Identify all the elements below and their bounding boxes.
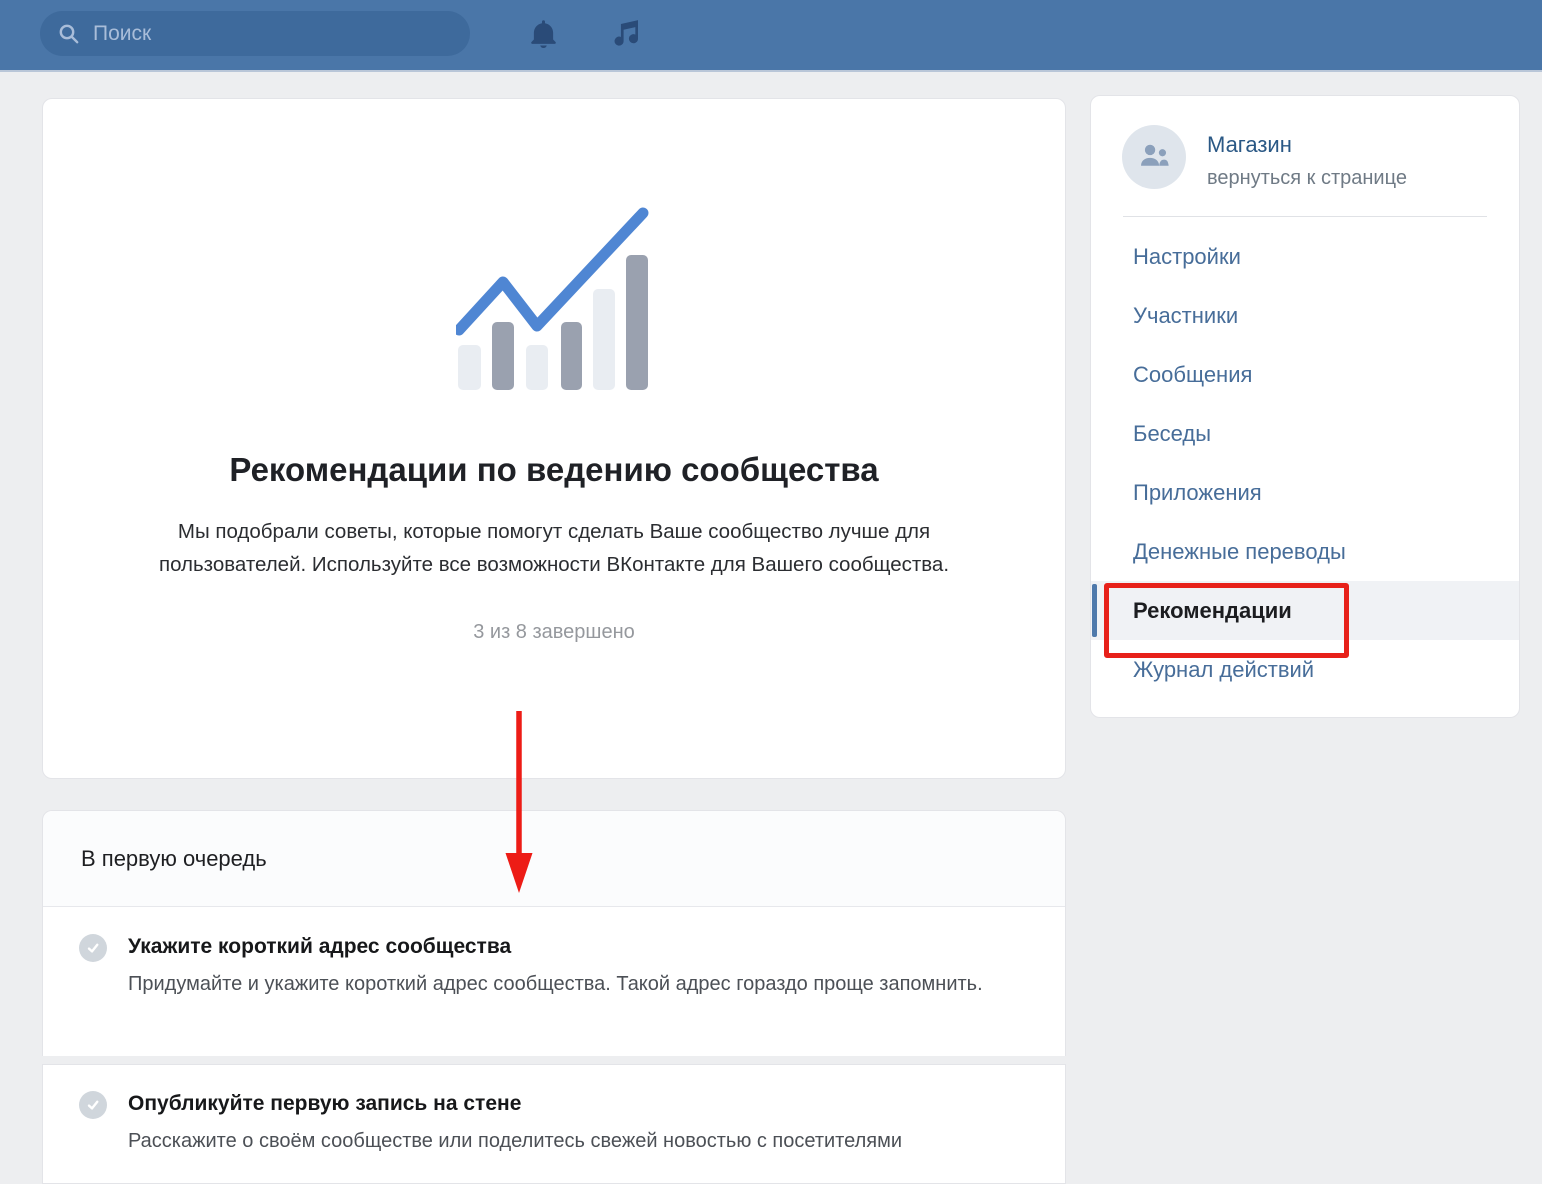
community-profile-text: Магазин вернуться к странице <box>1207 125 1407 190</box>
sidebar-item-messages[interactable]: Сообщения <box>1091 345 1519 404</box>
search-input[interactable] <box>91 21 455 47</box>
sidebar-item-apps[interactable]: Приложения <box>1091 463 1519 522</box>
task-item-first-post-card: Опубликуйте первую запись на стене Расск… <box>42 1064 1066 1184</box>
community-avatar[interactable] <box>1122 125 1186 189</box>
recommendations-card: Рекомендации по ведению сообщества Мы по… <box>42 98 1066 779</box>
task-title: Опубликуйте первую запись на стене <box>128 1092 902 1116</box>
people-icon <box>1136 139 1172 176</box>
top-navigation-bar <box>0 0 1542 70</box>
task-item-short-address[interactable]: Укажите короткий адрес сообщества Придум… <box>43 907 1065 1002</box>
page-description: Мы подобрали советы, которые помогут сде… <box>149 515 959 581</box>
check-circle-icon <box>79 934 107 962</box>
community-sidebar: Магазин вернуться к странице Настройки У… <box>1090 95 1520 718</box>
task-item-body: Укажите короткий адрес сообщества Придум… <box>128 932 983 1002</box>
back-to-page-link[interactable]: вернуться к странице <box>1207 167 1407 190</box>
search-icon <box>58 23 80 45</box>
sidebar-item-recommendations[interactable]: Рекомендации <box>1091 581 1519 640</box>
task-description: Расскажите о своём сообществе или подели… <box>128 1123 902 1159</box>
tasks-section: В первую очередь Укажите короткий адрес … <box>42 810 1066 1056</box>
sidebar-item-money-transfers[interactable]: Денежные переводы <box>1091 522 1519 581</box>
page-title: Рекомендации по ведению сообщества <box>83 451 1025 489</box>
tasks-section-title: В первую очередь <box>81 846 267 872</box>
task-title: Укажите короткий адрес сообщества <box>128 935 983 959</box>
community-profile: Магазин вернуться к странице <box>1091 96 1519 190</box>
check-circle-icon <box>79 1091 107 1119</box>
notifications-button[interactable] <box>520 12 566 58</box>
tasks-section-header: В первую очередь <box>43 811 1065 907</box>
sidebar-item-action-log[interactable]: Журнал действий <box>1091 640 1519 699</box>
task-item-body: Опубликуйте первую запись на стене Расск… <box>128 1089 902 1159</box>
music-button[interactable] <box>603 12 649 58</box>
sidebar-divider <box>1123 216 1487 217</box>
bell-icon <box>527 17 560 54</box>
progress-status: 3 из 8 завершено <box>43 621 1065 644</box>
growth-chart-illustration <box>456 207 652 391</box>
sidebar-item-members[interactable]: Участники <box>1091 286 1519 345</box>
sidebar-item-settings[interactable]: Настройки <box>1091 227 1519 286</box>
sidebar-item-chats[interactable]: Беседы <box>1091 404 1519 463</box>
task-description: Придумайте и укажите короткий адрес сооб… <box>128 966 983 1002</box>
sidebar-menu: Настройки Участники Сообщения Беседы При… <box>1091 227 1519 699</box>
community-name-link[interactable]: Магазин <box>1207 132 1407 158</box>
task-item-first-post[interactable]: Опубликуйте первую запись на стене Расск… <box>43 1065 1065 1159</box>
search-box[interactable] <box>40 11 470 56</box>
music-icon <box>610 17 642 53</box>
